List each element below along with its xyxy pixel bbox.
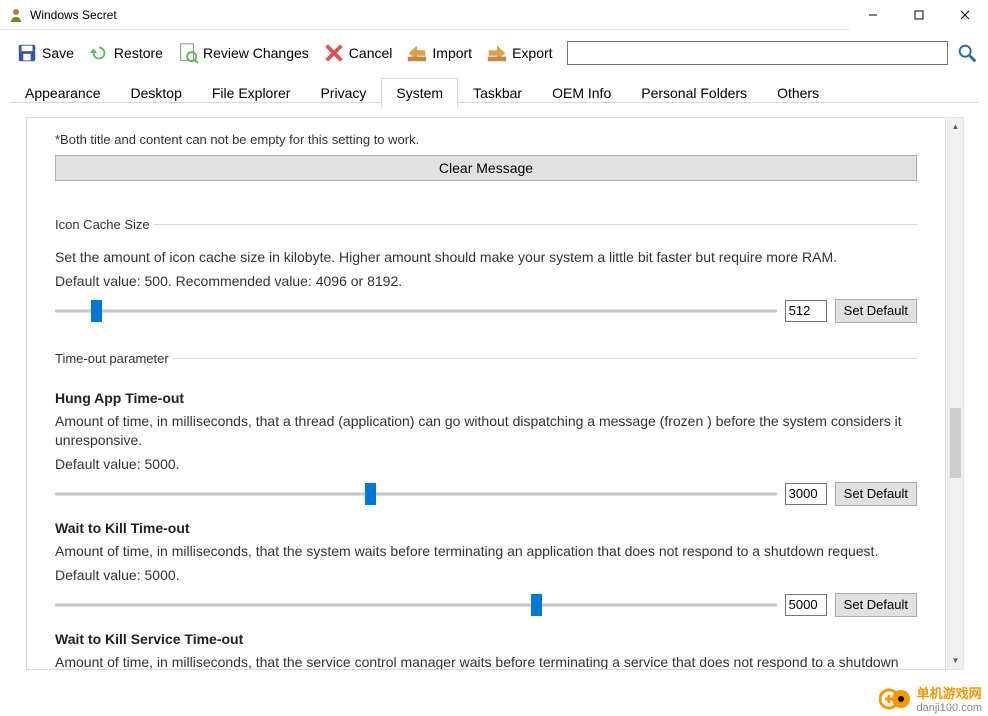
tab-appearance[interactable]: Appearance xyxy=(10,78,116,108)
title-bar: Windows Secret xyxy=(0,0,988,30)
kill-set-default[interactable]: Set Default xyxy=(835,593,917,617)
hung-desc: Amount of time, in milliseconds, that a … xyxy=(55,412,917,450)
import-label: Import xyxy=(432,45,472,61)
restore-label: Restore xyxy=(114,45,163,61)
note-text: *Both title and content can not be empty… xyxy=(55,132,917,147)
tab-strip: Appearance Desktop File Explorer Privacy… xyxy=(0,78,988,109)
export-icon xyxy=(486,42,508,64)
cancel-label: Cancel xyxy=(349,45,393,61)
content-panel: *Both title and content can not be empty… xyxy=(26,117,946,670)
tab-privacy[interactable]: Privacy xyxy=(305,78,381,108)
tab-taskbar[interactable]: Taskbar xyxy=(458,78,537,108)
slider-thumb[interactable] xyxy=(531,594,542,616)
review-icon xyxy=(177,42,199,64)
toolbar: Save Restore Review Changes Cancel Impor… xyxy=(0,30,988,72)
svc-desc: Amount of time, in milliseconds, that th… xyxy=(55,653,917,669)
svc-title: Wait to Kill Service Time-out xyxy=(55,631,917,647)
watermark-cn: 单机游戏网 xyxy=(917,683,982,702)
window-controls xyxy=(850,0,988,30)
save-button[interactable]: Save xyxy=(10,38,80,68)
clear-message-button[interactable]: Clear Message xyxy=(55,155,917,181)
kill-default: Default value: 5000. xyxy=(55,567,917,583)
export-button[interactable]: Export xyxy=(480,38,558,68)
scroll-area[interactable]: *Both title and content can not be empty… xyxy=(27,118,945,669)
watermark-icon xyxy=(879,685,913,713)
watermark: 单机游戏网 danji100.com xyxy=(879,683,982,714)
icon-cache-value[interactable] xyxy=(785,300,827,322)
import-button[interactable]: Import xyxy=(400,38,478,68)
import-icon xyxy=(406,42,428,64)
kill-value[interactable] xyxy=(785,594,827,616)
tab-system[interactable]: System xyxy=(381,78,458,108)
vertical-scrollbar[interactable]: ▲ ▼ xyxy=(947,117,964,670)
restore-icon xyxy=(88,42,110,64)
icon-cache-slider[interactable] xyxy=(55,302,777,320)
slider-thumb[interactable] xyxy=(365,483,376,505)
timeout-legend: Time-out parameter xyxy=(55,351,173,366)
save-label: Save xyxy=(42,45,74,61)
slider-thumb[interactable] xyxy=(91,300,102,322)
search-input[interactable] xyxy=(567,41,948,65)
scroll-down-arrow[interactable]: ▼ xyxy=(948,652,963,669)
app-icon xyxy=(8,7,24,23)
save-icon xyxy=(16,42,38,64)
tab-desktop[interactable]: Desktop xyxy=(116,78,197,108)
window-title: Windows Secret xyxy=(30,8,850,22)
tab-file-explorer[interactable]: File Explorer xyxy=(197,78,306,108)
maximize-button[interactable] xyxy=(896,0,942,30)
export-label: Export xyxy=(512,45,552,61)
cancel-icon xyxy=(323,42,345,64)
scroll-up-arrow[interactable]: ▲ xyxy=(948,118,963,135)
icon-cache-default: Default value: 500. Recommended value: 4… xyxy=(55,273,917,289)
watermark-en: danji100.com xyxy=(917,702,982,714)
hung-slider[interactable] xyxy=(55,485,777,503)
minimize-button[interactable] xyxy=(850,0,896,30)
tab-others[interactable]: Others xyxy=(762,78,834,108)
icon-cache-desc: Set the amount of icon cache size in kil… xyxy=(55,248,917,267)
icon-cache-set-default[interactable]: Set Default xyxy=(835,299,917,323)
restore-button[interactable]: Restore xyxy=(82,38,169,68)
hung-value[interactable] xyxy=(785,483,827,505)
search-icon[interactable] xyxy=(956,42,978,64)
review-label: Review Changes xyxy=(203,45,309,61)
cancel-button[interactable]: Cancel xyxy=(317,38,399,68)
tab-personal-folders[interactable]: Personal Folders xyxy=(626,78,762,108)
kill-title: Wait to Kill Time-out xyxy=(55,520,917,536)
kill-slider[interactable] xyxy=(55,596,777,614)
scrollbar-thumb[interactable] xyxy=(950,408,961,478)
hung-title: Hung App Time-out xyxy=(55,390,917,406)
hung-set-default[interactable]: Set Default xyxy=(835,482,917,506)
timeout-group: Time-out parameter Hung App Time-out Amo… xyxy=(55,351,917,669)
close-button[interactable] xyxy=(942,0,988,30)
icon-cache-legend: Icon Cache Size xyxy=(55,217,154,232)
tab-oem-info[interactable]: OEM Info xyxy=(537,78,626,108)
review-button[interactable]: Review Changes xyxy=(171,38,315,68)
kill-desc: Amount of time, in milliseconds, that th… xyxy=(55,542,917,561)
icon-cache-group: Icon Cache Size Set the amount of icon c… xyxy=(55,217,917,327)
hung-default: Default value: 5000. xyxy=(55,456,917,472)
